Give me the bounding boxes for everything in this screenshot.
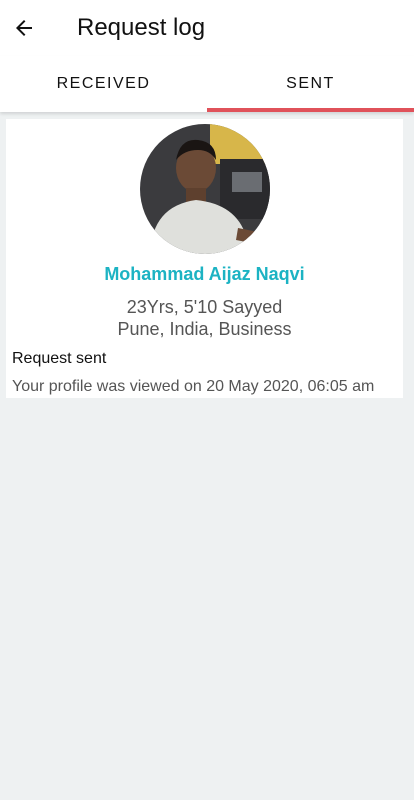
app-bar: Request log xyxy=(0,0,414,56)
viewed-timestamp: Your profile was viewed on 20 May 2020, … xyxy=(12,378,375,395)
page-title: Request log xyxy=(77,14,206,41)
tab-received[interactable]: RECEIVED xyxy=(0,56,207,112)
request-card[interactable]: Mohammad Aijaz Naqvi 23Yrs, 5'10 Sayyed … xyxy=(6,119,403,398)
tab-bar: RECEIVED SENT xyxy=(0,56,414,112)
request-status: Request sent xyxy=(12,350,107,367)
avatar[interactable] xyxy=(140,124,270,254)
profile-location-occupation: Pune, India, Business xyxy=(117,319,292,339)
arrow-back-icon xyxy=(16,20,32,36)
profile-name[interactable]: Mohammad Aijaz Naqvi xyxy=(6,264,403,285)
back-button[interactable] xyxy=(0,4,48,52)
profile-details: 23Yrs, 5'10 Sayyed Pune, India, Business xyxy=(6,296,403,340)
tab-sent[interactable]: SENT xyxy=(207,56,414,112)
profile-age-height-caste: 23Yrs, 5'10 Sayyed xyxy=(126,297,283,317)
profile-photo xyxy=(140,124,270,254)
